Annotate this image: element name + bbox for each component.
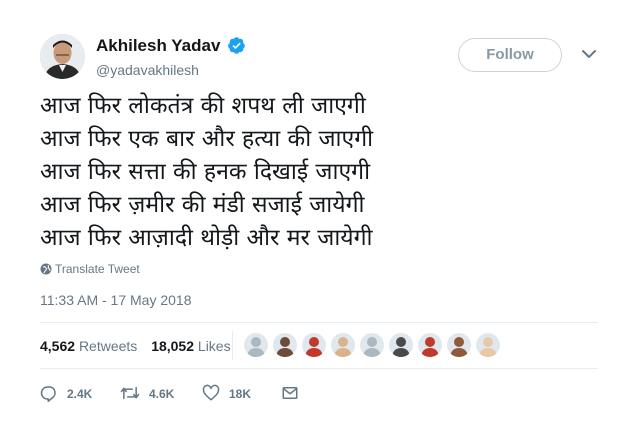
display-name[interactable]: Akhilesh Yadav <box>96 36 220 56</box>
retweets-count: 4,562 <box>40 338 76 354</box>
liker-avatar[interactable] <box>476 333 500 357</box>
retweet-count: 4.6K <box>149 387 175 401</box>
person-icon <box>273 333 297 357</box>
direct-message-button[interactable] <box>281 384 299 404</box>
divider <box>232 331 233 360</box>
reply-icon <box>40 386 56 402</box>
tweet-line: आज फिर एक बार और हत्या की जाएगी <box>40 126 374 152</box>
liker-avatar[interactable] <box>331 333 355 357</box>
heart-icon <box>202 384 220 401</box>
liker-avatar[interactable] <box>389 333 413 357</box>
translate-label: Translate Tweet <box>55 262 140 276</box>
avatar[interactable] <box>40 34 85 79</box>
divider <box>40 322 598 323</box>
likes-label: Likes <box>197 338 231 354</box>
person-icon <box>302 333 326 357</box>
tweet-timestamp[interactable]: 11:33 AM - 17 May 2018 <box>40 292 192 308</box>
liker-avatar[interactable] <box>447 333 471 357</box>
person-icon <box>389 333 413 357</box>
person-icon <box>418 333 442 357</box>
retweet-icon <box>120 386 140 400</box>
tweet-stats: 4,562 Retweets 18,052 Likes <box>40 338 241 354</box>
liker-avatar[interactable] <box>418 333 442 357</box>
tweet-line: आज फिर लोकतंत्र की शपथ ली जाएगी <box>40 93 366 119</box>
follow-button[interactable]: Follow <box>458 38 562 72</box>
tweet-line: आज फिर सत्ता की हनक दिखाई जाएगी <box>40 159 371 185</box>
globe-icon <box>40 263 52 275</box>
likes-count: 18,052 <box>151 338 195 354</box>
chevron-down-icon[interactable] <box>581 48 597 60</box>
tweet-card: Akhilesh Yadav @yadavakhilesh Follow आज … <box>0 0 637 421</box>
person-icon <box>360 333 384 357</box>
verified-badge-icon <box>228 37 245 54</box>
liker-avatar[interactable] <box>360 333 384 357</box>
person-icon <box>244 333 268 357</box>
person-icon <box>476 333 500 357</box>
tweet-line: आज फिर आज़ादी थोड़ी और मर जायेगी <box>40 225 373 251</box>
like-count: 18K <box>229 387 252 401</box>
retweet-button[interactable]: 4.6K <box>120 384 174 404</box>
liker-avatar[interactable] <box>302 333 326 357</box>
reply-count: 2.4K <box>67 387 93 401</box>
like-button[interactable]: 18K <box>202 384 251 404</box>
person-icon <box>447 333 471 357</box>
liker-avatar[interactable] <box>273 333 297 357</box>
person-icon <box>331 333 355 357</box>
divider <box>40 368 598 369</box>
retweets-label: Retweets <box>78 338 138 354</box>
profile-photo-icon <box>40 34 85 79</box>
reply-button[interactable]: 2.4K <box>40 384 92 404</box>
liker-avatar[interactable] <box>244 333 268 357</box>
likes-stat[interactable]: 18,052 Likes <box>151 338 230 354</box>
handle[interactable]: @yadavakhilesh <box>96 62 199 78</box>
envelope-icon <box>282 387 298 399</box>
translate-tweet-link[interactable]: Translate Tweet <box>40 262 140 276</box>
tweet-text: आज फिर लोकतंत्र की शपथ ली जाएगी आज फिर ए… <box>40 90 600 255</box>
retweets-stat[interactable]: 4,562 Retweets <box>40 338 137 354</box>
tweet-line: आज फिर ज़मीर की मंडी सजाई जायेगी <box>40 192 365 218</box>
